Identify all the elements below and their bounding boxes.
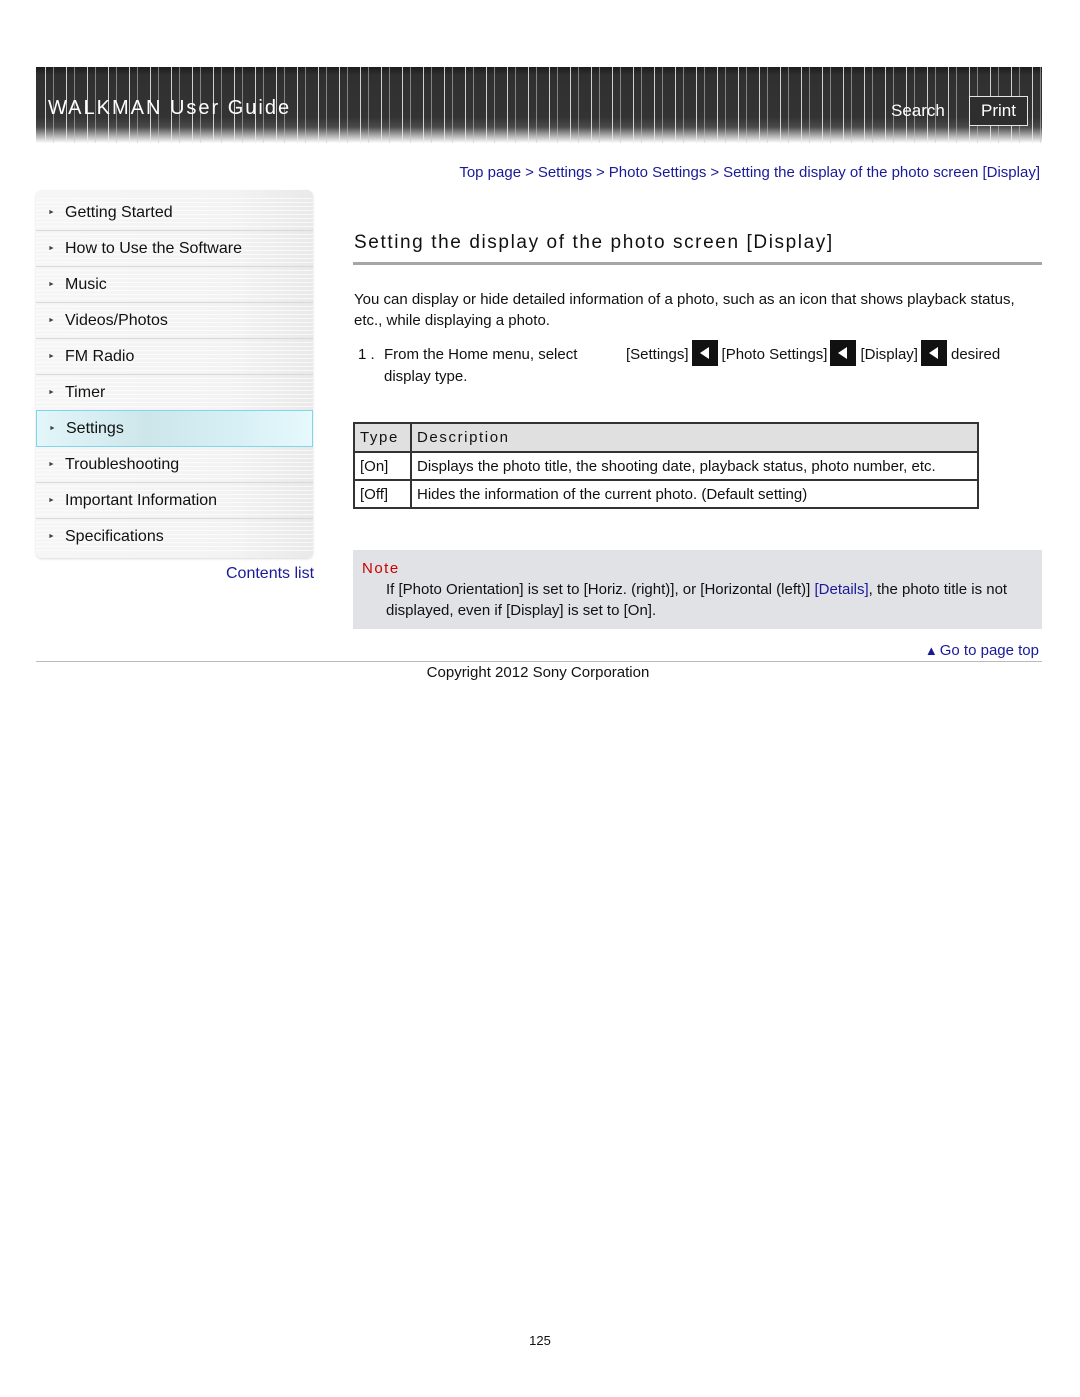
cell-description: Hides the information of the current pho… — [410, 479, 979, 509]
sidebar-item-music[interactable]: ► Music — [36, 267, 313, 303]
sidebar-item-fm-radio[interactable]: ► FM Radio — [36, 339, 313, 375]
print-button[interactable]: Print — [969, 96, 1028, 126]
header-banner: WALKMAN User Guide Search Print — [36, 67, 1042, 143]
menu-path-settings: [Settings] — [626, 346, 689, 363]
sidebar-item-videos-photos[interactable]: ► Videos/Photos — [36, 303, 313, 339]
breadcrumb-top-page[interactable]: Top page — [459, 164, 521, 181]
note-text-before: If [Photo Orientation] is set to [Horiz.… — [386, 581, 815, 598]
table-header-row: Type Description — [353, 422, 979, 453]
cell-type: [Off] — [353, 479, 412, 509]
sidebar-item-specifications[interactable]: ► Specifications — [36, 519, 313, 554]
sidebar-item-label: How to Use the Software — [65, 240, 242, 257]
sidebar-item-label: Specifications — [65, 528, 164, 545]
note-text: If [Photo Orientation] is set to [Horiz.… — [386, 579, 1036, 621]
arrow-left-icon — [920, 340, 947, 367]
note-box: Note If [Photo Orientation] is set to [H… — [353, 550, 1042, 629]
footer-divider — [36, 661, 1042, 662]
sidebar-item-troubleshooting[interactable]: ► Troubleshooting — [36, 447, 313, 483]
breadcrumb-current-page[interactable]: Setting the display of the photo screen … — [723, 164, 1040, 181]
display-type-table: Type Description [On] Displays the photo… — [353, 422, 979, 509]
arrow-left-icon — [691, 340, 718, 367]
copyright: Copyright 2012 Sony Corporation — [426, 664, 650, 681]
sidebar-item-label: Troubleshooting — [65, 456, 180, 473]
table-row: [Off] Hides the information of the curre… — [353, 479, 979, 509]
app-title: WALKMAN User Guide — [48, 97, 292, 119]
sidebar-item-label: Videos/Photos — [65, 312, 168, 329]
intro-paragraph: You can display or hide detailed informa… — [354, 291, 1015, 329]
go-to-page-top-label: Go to page top — [939, 642, 1039, 659]
arrow-right-icon: ► — [48, 281, 55, 288]
title-divider — [353, 262, 1042, 265]
arrow-right-icon: ► — [48, 389, 55, 396]
sidebar-item-important-information[interactable]: ► Important Information — [36, 483, 313, 519]
contents-list-link[interactable]: Contents list — [226, 565, 314, 583]
table-row: [On] Displays the photo title, the shoot… — [353, 451, 979, 481]
breadcrumb-settings[interactable]: Settings — [538, 164, 592, 181]
sidebar-item-label: Settings — [66, 420, 124, 437]
breadcrumb-photo-settings[interactable]: Photo Settings — [609, 164, 707, 181]
breadcrumb-separator: > — [710, 164, 720, 181]
breadcrumb: Top page > Settings > Photo Settings > Setting… — [459, 164, 1040, 181]
triangle-up-icon: ▲ — [924, 643, 938, 658]
arrow-right-icon: ► — [48, 245, 55, 252]
step-menu-path: [Settings] [Photo Settings] [Display] desir… — [626, 340, 1001, 367]
arrow-right-icon: ► — [48, 353, 55, 360]
note-title: Note — [362, 560, 400, 577]
arrow-right-icon: ► — [49, 425, 56, 432]
column-header-type: Type — [353, 422, 412, 453]
sidebar-item-label: Music — [65, 276, 107, 293]
sidebar-item-label: Getting Started — [65, 204, 173, 221]
sidebar-item-getting-started[interactable]: ► Getting Started — [36, 195, 313, 231]
arrow-right-icon: ► — [48, 533, 55, 540]
sidebar-item-how-to-use-software[interactable]: ► How to Use the Software — [36, 231, 313, 267]
menu-path-end: desired — [950, 346, 1001, 363]
menu-path-display: [Display] — [860, 346, 918, 363]
search-link[interactable]: Search — [891, 101, 945, 121]
arrow-right-icon: ► — [48, 317, 55, 324]
sidebar-item-label: FM Radio — [65, 348, 135, 365]
go-to-page-top-link[interactable]: ▲ Go to page top — [925, 642, 1039, 659]
page-title: Setting the display of the photo screen … — [354, 232, 834, 253]
breadcrumb-separator: > — [525, 164, 534, 181]
menu-path-photo-settings: [Photo Settings] — [721, 346, 828, 363]
arrow-right-icon: ► — [48, 461, 55, 468]
sidebar-item-label: Timer — [65, 384, 106, 401]
breadcrumb-separator: > — [596, 164, 605, 181]
cell-type: [On] — [353, 451, 412, 481]
details-link[interactable]: [Details] — [814, 581, 868, 598]
step-text-continued: display type. — [384, 368, 468, 385]
arrow-right-icon: ► — [48, 209, 55, 216]
sidebar-item-timer[interactable]: ► Timer — [36, 375, 313, 411]
arrow-right-icon: ► — [48, 497, 55, 504]
sidebar-item-settings[interactable]: ► Settings — [36, 410, 313, 447]
sidebar-item-label: Important Information — [65, 492, 218, 509]
arrow-left-icon — [830, 340, 857, 367]
step-number: 1 . — [358, 346, 375, 363]
page-number: 125 — [529, 1333, 551, 1348]
sidebar-nav: ► Getting Started ► How to Use the Softwar… — [36, 190, 313, 558]
column-header-description: Description — [410, 422, 979, 453]
cell-description: Displays the photo title, the shooting d… — [410, 451, 979, 481]
